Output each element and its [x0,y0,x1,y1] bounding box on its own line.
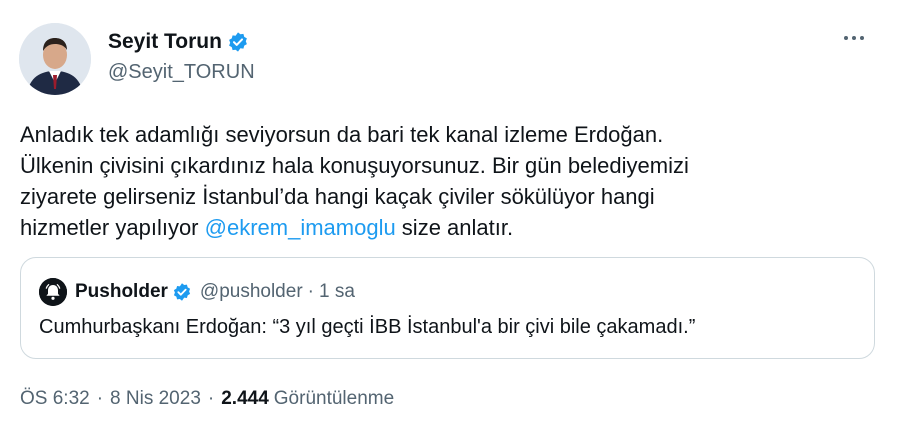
more-dot [860,36,864,40]
author-avatar[interactable] [19,23,91,95]
pusholder-logo-icon[interactable] [39,278,67,306]
tweet: Seyit Torun @Seyit_TORUN Anladık tek ada… [0,0,900,423]
views-label: Görüntülenme [273,388,395,409]
tweet-time[interactable]: ÖS 6:32 [20,388,90,410]
tweet-text: Anladık tek adamlığı seviyorsun da bari … [20,119,880,243]
verified-badge-icon [227,31,249,53]
quoted-display-name[interactable]: Pusholder [75,281,168,303]
meta-separator: · [96,388,104,409]
tweet-text-tail: size anlatır. [395,215,514,240]
meta-separator: · [207,388,215,409]
quoted-handle[interactable]: @pusholder [200,281,303,303]
quoted-separator: · [307,281,314,302]
more-dot [852,36,856,40]
tweet-date[interactable]: 8 Nis 2023 [110,388,201,410]
views-count: 2.444 [221,388,269,409]
author-handle[interactable]: @Seyit_TORUN [108,61,255,84]
tweet-meta: ÖS 6:32 · 8 Nis 2023 · 2.444 Görüntülenm… [20,388,394,410]
quoted-tweet-text: Cumhurbaşkanı Erdoğan: “3 yıl geçti İBB … [39,316,696,338]
quoted-tweet-header: Pusholder @pusholder · 1 sa [39,278,355,306]
quoted-timestamp[interactable]: 1 sa [319,281,355,303]
more-options-icon[interactable] [840,32,868,44]
more-dot [844,36,848,40]
mention-link[interactable]: @ekrem_imamoglu [205,215,396,240]
author-name-row: Seyit Torun [108,30,249,54]
author-display-name[interactable]: Seyit Torun [108,30,222,54]
quoted-tweet[interactable]: Pusholder @pusholder · 1 sa Cumhurbaşkan… [20,257,875,359]
verified-badge-icon [172,282,192,302]
